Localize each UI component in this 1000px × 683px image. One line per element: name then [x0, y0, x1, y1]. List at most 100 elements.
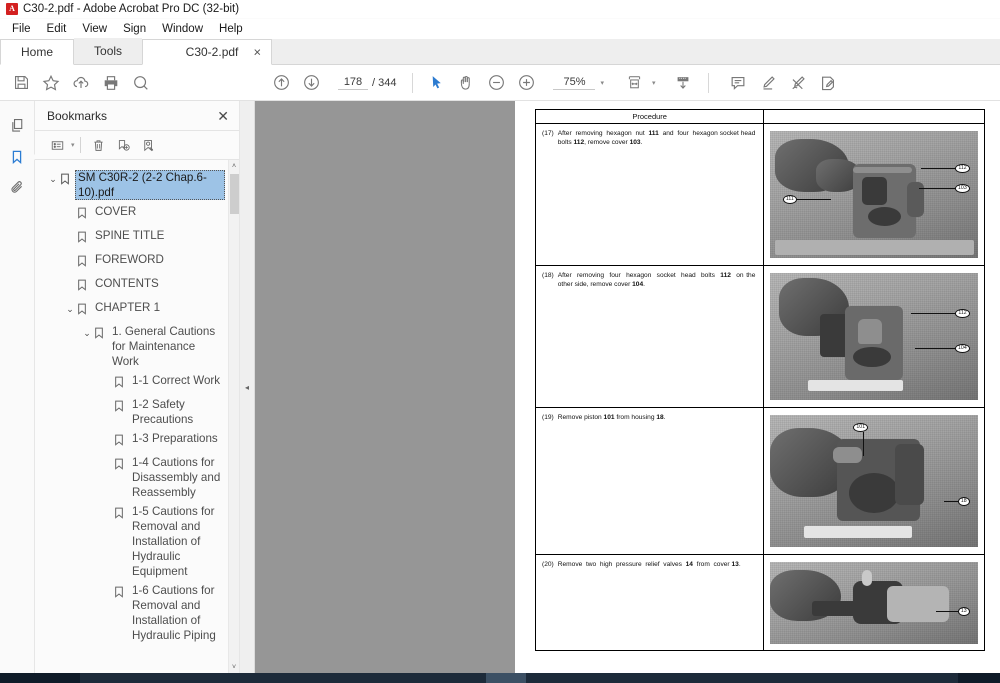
scrollbar-thumb[interactable]	[230, 174, 239, 214]
bookmark-label: 1-2 Safety Precautions	[132, 398, 194, 426]
fit-page-icon[interactable]	[620, 68, 650, 98]
menu-help[interactable]: Help	[211, 21, 251, 37]
tab-home[interactable]: Home	[0, 39, 75, 65]
panel-collapse-handle[interactable]: ◂	[240, 101, 255, 673]
options-chevron-down-icon[interactable]: ▾	[71, 141, 75, 149]
bookmark-icon	[114, 455, 129, 475]
procedure-cell-18: (18) After removing four hexagon socket …	[534, 265, 765, 408]
attachments-icon[interactable]	[2, 172, 32, 203]
bookmark-icon	[77, 276, 92, 296]
chevron-down-icon[interactable]: ⌄	[46, 170, 60, 187]
bookmark-item-1-5[interactable]: 1-5 Cautions for Removal and Installatio…	[35, 502, 239, 581]
chevron-down-icon[interactable]: ▾	[600, 79, 604, 87]
bookmark-label: 1-5 Cautions for Removal and Installatio…	[132, 505, 215, 578]
star-icon[interactable]	[36, 68, 66, 98]
zoom-search-icon[interactable]	[126, 68, 156, 98]
comment-icon[interactable]	[723, 68, 753, 98]
os-taskbar[interactable]	[0, 673, 1000, 683]
tab-tools-label: Tools	[94, 44, 123, 58]
bookmark-item-root[interactable]: ⌄ SM C30R-2 (2-2 Chap.6-10).pdf	[35, 168, 239, 202]
highlight-pen-icon[interactable]	[753, 68, 783, 98]
figure-callout: 103	[919, 184, 970, 194]
step-body: Remove piston 101 from housing 18.	[557, 414, 666, 421]
bookmark-icon	[114, 397, 129, 417]
bookmarks-icon[interactable]	[2, 141, 32, 172]
procedure-text-20: (20) Remove two high pressure relief val…	[542, 560, 755, 569]
tab-document[interactable]: C30-2.pdf ×	[142, 39, 273, 65]
bookmarks-toolbar-separator	[79, 137, 81, 153]
list-options-icon[interactable]	[45, 133, 70, 157]
menu-view[interactable]: View	[74, 21, 115, 37]
bookmark-item-1-6[interactable]: 1-6 Cautions for Removal and Installatio…	[35, 581, 239, 645]
draw-pen-icon[interactable]	[783, 68, 813, 98]
taskbar-segment	[958, 673, 1000, 683]
bookmark-icon	[60, 170, 75, 190]
arrow-down-circle-icon[interactable]	[296, 68, 326, 98]
figure-callout: 112	[921, 164, 970, 174]
step-number: (18)	[542, 272, 554, 279]
page-number-input[interactable]: 178	[338, 75, 368, 90]
bookmark-icon	[114, 431, 129, 451]
bookmark-item-chapter-1[interactable]: ⌄ CHAPTER 1	[35, 298, 239, 322]
menu-file[interactable]: File	[4, 21, 39, 37]
plus-circle-icon[interactable]	[511, 68, 541, 98]
save-icon[interactable]	[6, 68, 36, 98]
bookmark-icon	[114, 504, 129, 524]
close-icon[interactable]: ×	[253, 46, 261, 59]
bookmarks-tree[interactable]: ⌄ SM C30R-2 (2-2 Chap.6-10).pdf COVER SP…	[35, 160, 239, 673]
figure-photo-18: 112 104	[770, 273, 978, 400]
bookmark-icon	[114, 583, 129, 603]
sign-icon[interactable]	[813, 68, 843, 98]
bookmark-item-spine-title[interactable]: SPINE TITLE	[35, 226, 239, 250]
navigation-rail	[0, 101, 35, 673]
print-icon[interactable]	[96, 68, 126, 98]
cursor-arrow-icon[interactable]	[421, 68, 451, 98]
fit-chevron-down-icon[interactable]: ▾	[652, 79, 656, 87]
bookmark-item-1-2[interactable]: 1-2 Safety Precautions	[35, 395, 239, 429]
minus-circle-icon[interactable]	[481, 68, 511, 98]
bookmark-item-cover[interactable]: COVER	[35, 202, 239, 226]
scroll-mode-icon[interactable]	[668, 68, 698, 98]
bookmark-item-1-1[interactable]: 1-1 Correct Work	[35, 371, 239, 395]
bookmark-item-1-4[interactable]: 1-4 Cautions for Disassembly and Reassem…	[35, 453, 239, 502]
bookmark-item-contents[interactable]: CONTENTS	[35, 274, 239, 298]
scroll-down-arrow-icon[interactable]: ˅	[229, 661, 239, 673]
tab-tools[interactable]: Tools	[74, 38, 143, 64]
menu-edit[interactable]: Edit	[39, 21, 75, 37]
menu-window[interactable]: Window	[154, 21, 211, 37]
procedure-table: Procedure (17) After removing hexagon nu…	[534, 109, 985, 651]
bookmark-item-foreword[interactable]: FOREWORD	[35, 250, 239, 274]
document-viewport[interactable]: Procedure (17) After removing hexagon nu…	[255, 101, 1000, 673]
hand-icon[interactable]	[451, 68, 481, 98]
bookmark-item-general-cautions[interactable]: ⌄ 1. General Cautions for Maintenance Wo…	[35, 322, 239, 371]
toolbar-separator-1	[412, 72, 414, 93]
menu-sign[interactable]: Sign	[115, 21, 154, 37]
page-thumbnails-icon[interactable]	[2, 110, 32, 141]
column-header-figure	[763, 109, 985, 124]
edit-bookmark-icon[interactable]	[136, 133, 161, 157]
scroll-up-arrow-icon[interactable]: ˄	[229, 160, 239, 172]
bookmark-label: 1. General Cautions for Maintenance Work	[112, 325, 216, 368]
acrobat-icon: A	[6, 3, 18, 15]
new-bookmark-icon[interactable]	[111, 133, 136, 157]
procedure-text-17: (17) After removing hexagon nut 111 and …	[542, 129, 755, 147]
zoom-level-input[interactable]: 75%	[553, 75, 596, 90]
table-row: (19) Remove piston 101 from housing 18.	[534, 407, 985, 555]
table-row: (20) Remove two high pressure relief val…	[534, 554, 985, 651]
bookmark-icon	[114, 373, 129, 393]
arrow-up-circle-icon[interactable]	[266, 68, 296, 98]
procedure-text-18: (18) After removing four hexagon socket …	[542, 271, 755, 289]
figure-photo-20: 13	[770, 561, 978, 644]
tab-home-label: Home	[21, 45, 54, 59]
step-body: After removing hexagon nut 111 and four …	[557, 130, 756, 146]
upload-cloud-icon[interactable]	[66, 68, 96, 98]
chevron-down-icon[interactable]: ⌄	[63, 300, 77, 317]
trash-icon[interactable]	[86, 133, 111, 157]
chevron-down-icon[interactable]: ⌄	[80, 324, 94, 341]
bookmarks-panel-title: Bookmarks	[47, 108, 108, 123]
bookmark-item-1-3[interactable]: 1-3 Preparations	[35, 429, 239, 453]
close-icon[interactable]: ✕	[215, 107, 231, 125]
bookmarks-scrollbar[interactable]: ˄ ˅	[228, 160, 239, 673]
